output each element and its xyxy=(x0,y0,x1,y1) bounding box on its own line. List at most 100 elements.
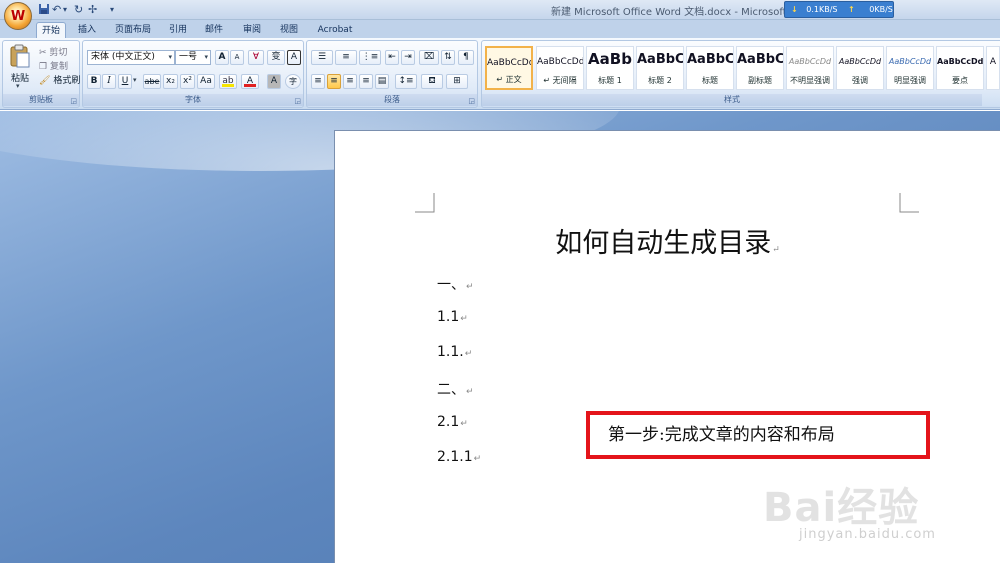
style-name: 不明显强调 xyxy=(790,76,830,85)
font-color-button[interactable]: A xyxy=(241,74,259,89)
styles-group-label: 样式 xyxy=(482,94,982,106)
character-border-button[interactable]: A xyxy=(287,50,301,65)
shrink-font-button[interactable]: A xyxy=(230,50,244,65)
font-group-label: 字体 xyxy=(83,94,303,106)
font-name-select[interactable]: 宋体 (中文正文) ▾ xyxy=(87,50,175,65)
network-speed-widget: ↓ 0.1KB/S ↑ 0KB/S xyxy=(784,1,894,18)
clear-format-button[interactable]: ꓯ xyxy=(248,50,264,65)
tab-page-layout[interactable]: 页面布局 xyxy=(112,22,154,38)
phonetic-guide-button[interactable]: 变 xyxy=(267,50,285,65)
underline-dropdown-icon[interactable]: ▾ xyxy=(133,76,137,84)
align-left-button[interactable]: ≡ xyxy=(311,74,325,89)
style-no-spacing[interactable]: AaBbCcDd ↵ 无间隔 xyxy=(536,46,584,90)
highlight-color-bar xyxy=(222,84,234,87)
touch-mode-icon[interactable]: ✢ xyxy=(88,3,97,17)
grow-font-button[interactable]: A xyxy=(215,50,229,65)
paragraph-launcher-icon[interactable]: ◲ xyxy=(468,97,475,105)
undo-dropdown-icon[interactable]: ▾ xyxy=(63,3,67,17)
document-page[interactable]: 如何自动生成目录↵ 一、↵ 1.1↵ 1.1.↵ 二、↵ 2.1↵ 2.1.1↵… xyxy=(334,130,1000,563)
paste-icon[interactable] xyxy=(9,44,33,68)
multilevel-list-button[interactable]: ⋮≡ xyxy=(359,50,381,65)
character-shading-button[interactable]: A xyxy=(267,74,281,89)
style-normal[interactable]: AaBbCcDd ↵ 正文 xyxy=(485,46,533,90)
tab-acrobat[interactable]: Acrobat xyxy=(315,22,355,38)
bullets-button[interactable]: ☰ xyxy=(311,50,333,65)
style-title[interactable]: AaBbC 标题 xyxy=(686,46,734,90)
distributed-button[interactable]: ▤ xyxy=(375,74,389,89)
format-painter-icon: 🖌 xyxy=(39,76,51,86)
bold-button[interactable]: B xyxy=(87,74,101,89)
doc-line[interactable]: 一、↵ xyxy=(437,274,474,294)
doc-line[interactable]: 1.1↵ xyxy=(437,309,468,325)
increase-indent-button[interactable]: ⇥ xyxy=(401,50,415,65)
style-emphasis[interactable]: AaBbCcDd 强调 xyxy=(836,46,884,90)
format-painter-button[interactable]: 🖌 格式刷 xyxy=(39,73,80,86)
decrease-indent-button[interactable]: ⇤ xyxy=(385,50,399,65)
undo-icon[interactable]: ↶ xyxy=(52,3,61,17)
style-heading-2[interactable]: AaBbC 标题 2 xyxy=(636,46,684,90)
doc-line-text: 1.1 xyxy=(437,309,460,325)
sort-button[interactable]: ⇅ xyxy=(441,50,455,65)
tab-review[interactable]: 审阅 xyxy=(240,22,264,38)
doc-line[interactable]: 2.1↵ xyxy=(437,414,468,430)
style-subtle-emphasis[interactable]: AaBbCcDd 不明显强调 xyxy=(786,46,834,90)
tab-home[interactable]: 开始 xyxy=(36,22,66,38)
justify-button[interactable]: ≡ xyxy=(359,74,373,89)
ribbon: 粘贴 ▾ ✂ 剪切 ❐ 复制 🖌 格式刷 剪贴板 ◲ 宋体 (中文正文) ▾ 一号… xyxy=(0,38,1000,110)
redo-icon[interactable]: ↻ xyxy=(74,3,83,17)
cut-button[interactable]: ✂ 剪切 xyxy=(39,45,67,58)
outdent-icon: ⇤ xyxy=(388,52,396,62)
style-more[interactable]: A xyxy=(986,46,1000,90)
copy-label: 复制 xyxy=(49,62,68,72)
document-title[interactable]: 如何自动生成目录↵ xyxy=(335,221,1000,260)
save-icon[interactable] xyxy=(38,3,50,17)
style-strong[interactable]: AaBbCcDd 要点 xyxy=(936,46,984,90)
highlight-button[interactable]: ab xyxy=(219,74,237,89)
style-intense-emphasis[interactable]: AaBbCcDd 明显强调 xyxy=(886,46,934,90)
doc-line[interactable]: 二、↵ xyxy=(437,379,474,399)
strikethrough-button[interactable]: abe xyxy=(143,74,161,89)
clipboard-launcher-icon[interactable]: ◲ xyxy=(70,97,77,105)
paste-dropdown-icon[interactable]: ▾ xyxy=(16,82,20,90)
copy-button[interactable]: ❐ 复制 xyxy=(39,59,68,72)
style-sample: AaBbC xyxy=(637,52,683,67)
document-title-text: 如何自动生成目录 xyxy=(555,228,772,259)
style-sample: AaBbCcDd xyxy=(888,57,932,66)
office-button[interactable]: W xyxy=(4,2,32,30)
doc-line[interactable]: 2.1.1↵ xyxy=(437,449,481,465)
shading-button[interactable]: ⛾ xyxy=(421,74,443,89)
italic-button[interactable]: I xyxy=(102,74,116,89)
paste-button[interactable]: 粘贴 xyxy=(11,71,29,84)
tab-view[interactable]: 视图 xyxy=(277,22,301,38)
tab-insert[interactable]: 插入 xyxy=(74,22,100,38)
font-size-value: 一号 xyxy=(179,52,198,62)
style-heading-1[interactable]: AaBb 标题 1 xyxy=(586,46,634,90)
style-sample: AaBb xyxy=(588,50,632,68)
subscript-button[interactable]: x₂ xyxy=(163,74,178,89)
style-subtitle[interactable]: AaBbC 副标题 xyxy=(736,46,784,90)
tab-references[interactable]: 引用 xyxy=(166,22,190,38)
chevron-down-icon: ▾ xyxy=(204,53,208,61)
paragraph-mark: ↵ xyxy=(772,245,780,255)
underline-button[interactable]: U xyxy=(118,74,132,89)
line-spacing-button[interactable]: ↕≡ xyxy=(395,74,417,89)
doc-line[interactable]: 1.1.↵ xyxy=(437,344,472,360)
change-case-button[interactable]: Aa xyxy=(197,74,215,89)
font-size-select[interactable]: 一号 ▾ xyxy=(175,50,211,65)
numbered-list-icon: ≡ xyxy=(342,52,350,62)
borders-button[interactable]: ⊞ xyxy=(446,74,468,89)
enclose-characters-button[interactable]: 字 xyxy=(285,74,301,89)
style-name: 标题 2 xyxy=(648,76,672,85)
clipboard-group: 粘贴 ▾ ✂ 剪切 ❐ 复制 🖌 格式刷 剪贴板 ◲ xyxy=(2,40,80,108)
asian-layout-button[interactable]: ⌧ xyxy=(419,50,439,65)
align-right-button[interactable]: ≡ xyxy=(343,74,357,89)
font-launcher-icon[interactable]: ◲ xyxy=(294,97,301,105)
customize-quick-access-icon[interactable]: ▾ xyxy=(110,3,114,17)
style-name: 标题 1 xyxy=(598,76,622,85)
superscript-button[interactable]: x² xyxy=(180,74,195,89)
align-center-button[interactable]: ≡ xyxy=(327,74,341,89)
tab-mailings[interactable]: 邮件 xyxy=(202,22,226,38)
show-marks-button[interactable]: ¶ xyxy=(458,50,474,65)
indent-icon: ⇥ xyxy=(404,52,412,62)
numbering-button[interactable]: ≡ xyxy=(335,50,357,65)
